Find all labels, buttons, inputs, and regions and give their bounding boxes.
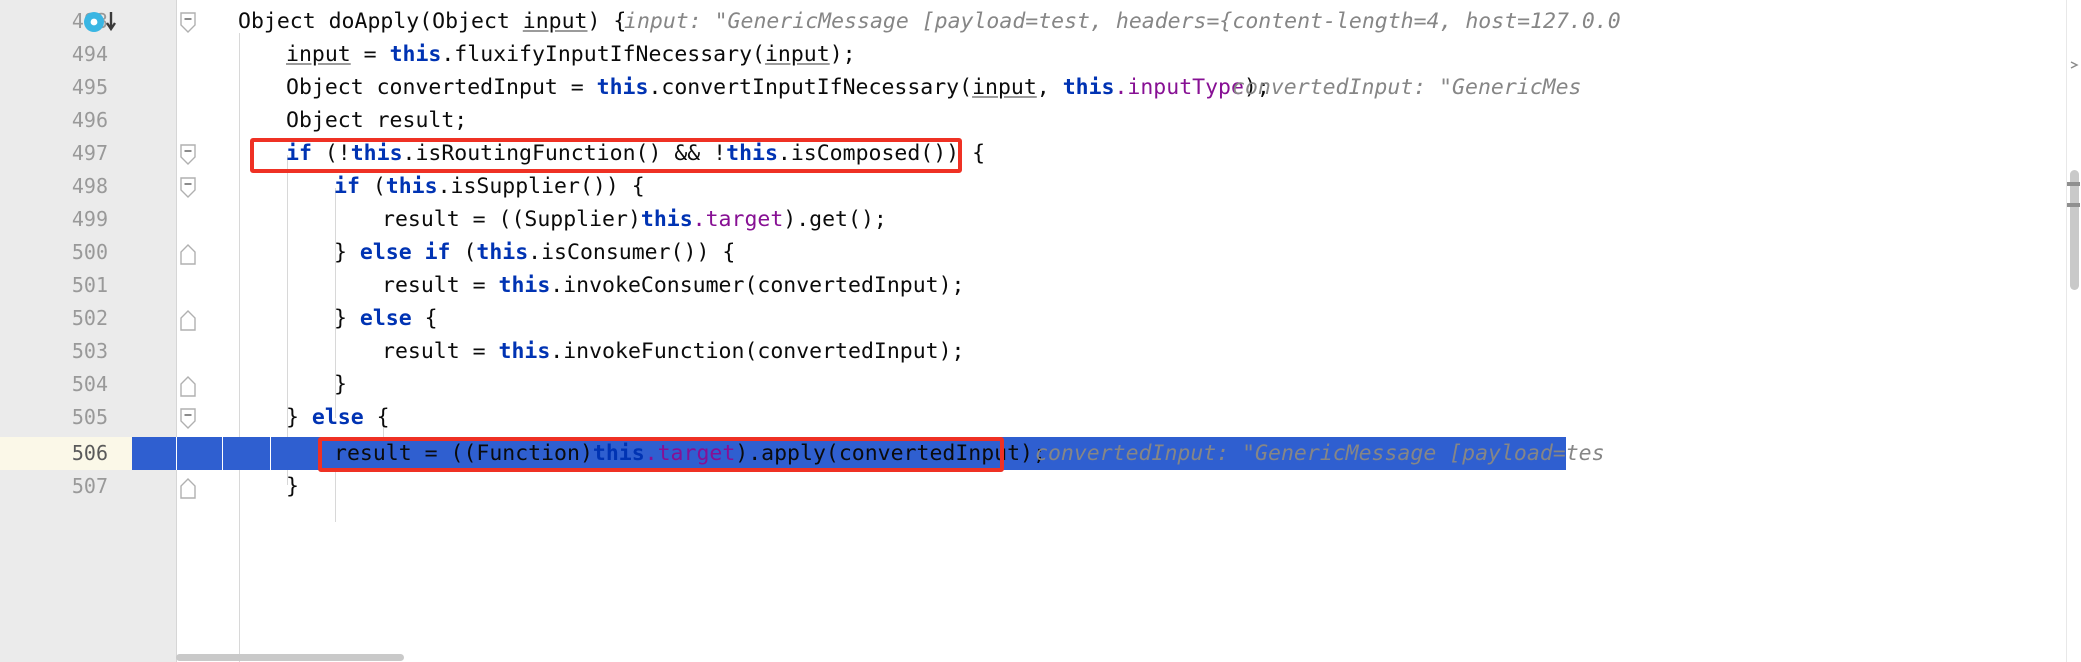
line-number: 495	[71, 75, 108, 99]
code-text[interactable]: } else {	[334, 302, 438, 335]
code-line-501[interactable]: 501 result = this.invokeConsumer(convert…	[0, 269, 2081, 302]
code-line-499[interactable]: 499 result = ((Supplier)this.target).get…	[0, 203, 2081, 236]
line-number: 494	[71, 42, 108, 66]
line-number: 503	[71, 339, 108, 363]
code-line-495[interactable]: 495 Object convertedInput = this.convert…	[0, 71, 2081, 104]
code-line-505[interactable]: 505 } else {	[0, 401, 2081, 434]
fold-marker-icon[interactable]	[178, 5, 198, 38]
code-line-494[interactable]: 494 input = this.fluxifyInputIfNecessary…	[0, 38, 2081, 71]
inlay-hint: input: "GenericMessage [payload=test, he…	[624, 9, 1621, 34]
code-text[interactable]: } else if (this.isConsumer()) {	[334, 236, 735, 269]
code-line-506[interactable]: 506 result = ((Function)this.target).app…	[0, 437, 2081, 470]
code-line-493[interactable]: 493 Object doApply(Object input) { input…	[0, 5, 2081, 38]
fold-marker-icon[interactable]	[178, 401, 198, 434]
code-text[interactable]: Object result;	[286, 104, 467, 137]
code-text[interactable]: result = this.invokeFunction(convertedIn…	[382, 335, 965, 368]
code-text[interactable]: } else {	[286, 401, 390, 434]
line-number: 497	[71, 141, 108, 165]
line-number: 498	[71, 174, 108, 198]
line-number: 499	[71, 207, 108, 231]
code-text[interactable]: Object convertedInput = this.convertInpu…	[286, 71, 1270, 104]
code-line-503[interactable]: 503 result = this.invokeFunction(convert…	[0, 335, 2081, 368]
code-editor[interactable]: 493 Object doApply(Object input) { input…	[0, 0, 2081, 662]
line-number: 507	[71, 474, 108, 498]
execution-point-icon[interactable]	[83, 10, 127, 34]
code-text[interactable]: result = this.invokeConsumer(convertedIn…	[382, 269, 965, 302]
fold-marker-icon[interactable]	[178, 302, 198, 335]
code-line-497[interactable]: 497 if (!this.isRoutingFunction() && !th…	[0, 137, 2081, 170]
code-text[interactable]: Object doApply(Object input) {	[238, 5, 626, 38]
vertical-scrollbar[interactable]	[2067, 0, 2081, 662]
code-text[interactable]: result = ((Function)this.target).apply(c…	[334, 437, 1046, 470]
code-text[interactable]: }	[286, 470, 299, 503]
line-number: 501	[71, 273, 108, 297]
horizontal-scrollbar-thumb[interactable]	[176, 654, 404, 661]
code-line-507[interactable]: 507 }	[0, 470, 2081, 503]
line-number: 496	[71, 108, 108, 132]
line-number: 504	[71, 372, 108, 396]
fold-marker-icon[interactable]	[178, 236, 198, 269]
vertical-scrollbar-thumb[interactable]	[2070, 170, 2079, 290]
fold-marker-icon[interactable]	[178, 368, 198, 401]
scrollbar-marker[interactable]	[2067, 182, 2080, 186]
inlay-hint: convertedInput: "GenericMes	[1232, 75, 1582, 100]
line-number: 500	[71, 240, 108, 264]
scrollbar-marker[interactable]	[2067, 203, 2080, 207]
line-number: 505	[71, 405, 108, 429]
code-text[interactable]: if (this.isSupplier()) {	[334, 170, 645, 203]
code-text[interactable]: input = this.fluxifyInputIfNecessary(inp…	[286, 38, 856, 71]
code-text[interactable]: }	[334, 368, 347, 401]
code-line-496[interactable]: 496 Object result;	[0, 104, 2081, 137]
code-line-504[interactable]: 504 }	[0, 368, 2081, 401]
fold-marker-icon[interactable]	[178, 170, 198, 203]
fold-marker-icon[interactable]	[178, 470, 198, 503]
code-line-500[interactable]: 500 } else if (this.isConsumer()) {	[0, 236, 2081, 269]
fold-marker-icon[interactable]	[178, 137, 198, 170]
code-text[interactable]: if (!this.isRoutingFunction() && !this.i…	[286, 137, 985, 170]
inlay-hint: convertedInput: "GenericMessage [payload…	[1035, 441, 1605, 466]
code-text[interactable]: result = ((Supplier)this.target).get();	[382, 203, 887, 236]
line-number: 502	[71, 306, 108, 330]
line-number: 506	[71, 441, 108, 465]
horizontal-scrollbar[interactable]	[176, 653, 2066, 662]
code-line-498[interactable]: 498 if (this.isSupplier()) {	[0, 170, 2081, 203]
scrollbar-chevron-icon[interactable]	[2069, 55, 2079, 69]
code-line-502[interactable]: 502 } else {	[0, 302, 2081, 335]
